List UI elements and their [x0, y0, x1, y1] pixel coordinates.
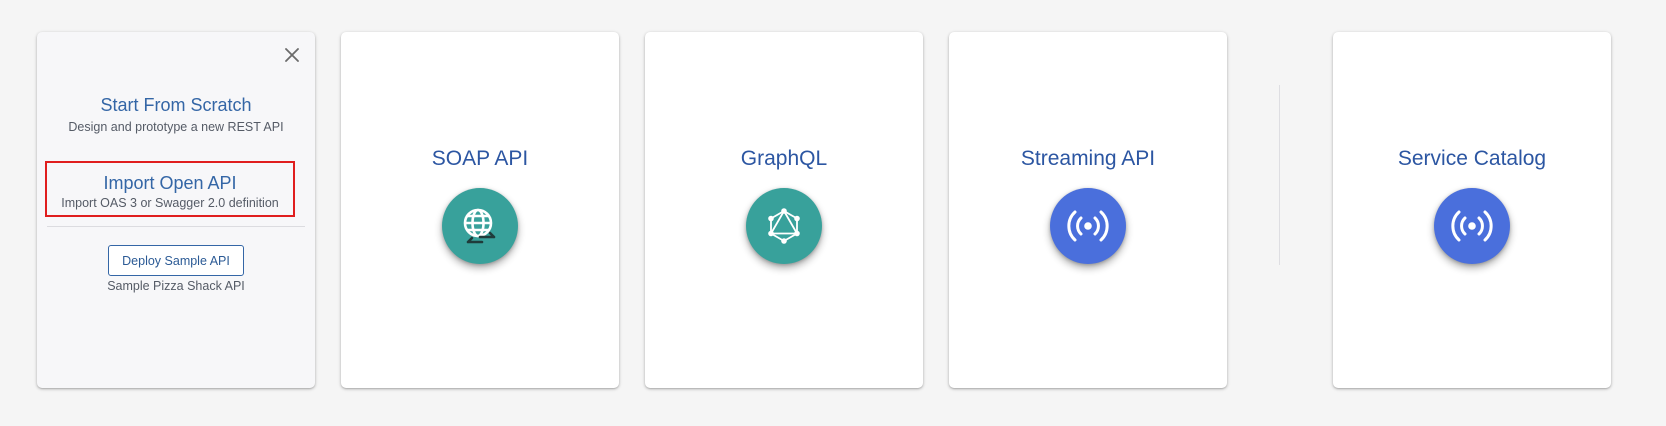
service-catalog-card[interactable]: Service Catalog — [1333, 32, 1611, 388]
divider — [47, 226, 305, 227]
service-catalog-icon-circle — [1434, 188, 1510, 264]
import-open-api-option[interactable]: Import Open API Import OAS 3 or Swagger … — [45, 161, 295, 217]
api-create-landing: Start From Scratch Design and prototype … — [0, 0, 1666, 426]
deploy-sample-api-button[interactable]: Deploy Sample API — [108, 245, 244, 276]
start-from-scratch-option[interactable]: Start From Scratch Design and prototype … — [45, 94, 307, 135]
soap-api-title: SOAP API — [431, 147, 529, 170]
streaming-icon-circle — [1050, 188, 1126, 264]
streaming-api-card[interactable]: Streaming API — [949, 32, 1227, 388]
vertical-separator — [1279, 85, 1280, 265]
graphql-title: GraphQL — [740, 147, 828, 170]
close-button[interactable] — [281, 44, 303, 66]
service-catalog-title: Service Catalog — [1397, 147, 1547, 170]
close-icon — [285, 48, 299, 62]
broadcast-icon — [1451, 210, 1493, 242]
soap-icon-circle — [442, 188, 518, 264]
soap-api-card[interactable]: SOAP API — [341, 32, 619, 388]
graphql-icon-circle — [746, 188, 822, 264]
graphql-icon — [768, 208, 800, 244]
globe-exchange-icon — [463, 208, 496, 244]
import-open-api-title: Import Open API — [103, 173, 237, 193]
start-from-scratch-description: Design and prototype a new REST API — [68, 120, 284, 134]
streaming-api-title: Streaming API — [1020, 147, 1156, 170]
rest-api-card: Start From Scratch Design and prototype … — [37, 32, 315, 388]
start-from-scratch-title: Start From Scratch — [100, 95, 252, 115]
graphql-card[interactable]: GraphQL — [645, 32, 923, 388]
deploy-sample-description: Sample Pizza Shack API — [107, 279, 245, 293]
broadcast-icon — [1067, 210, 1109, 242]
import-open-api-description: Import OAS 3 or Swagger 2.0 definition — [61, 196, 279, 210]
